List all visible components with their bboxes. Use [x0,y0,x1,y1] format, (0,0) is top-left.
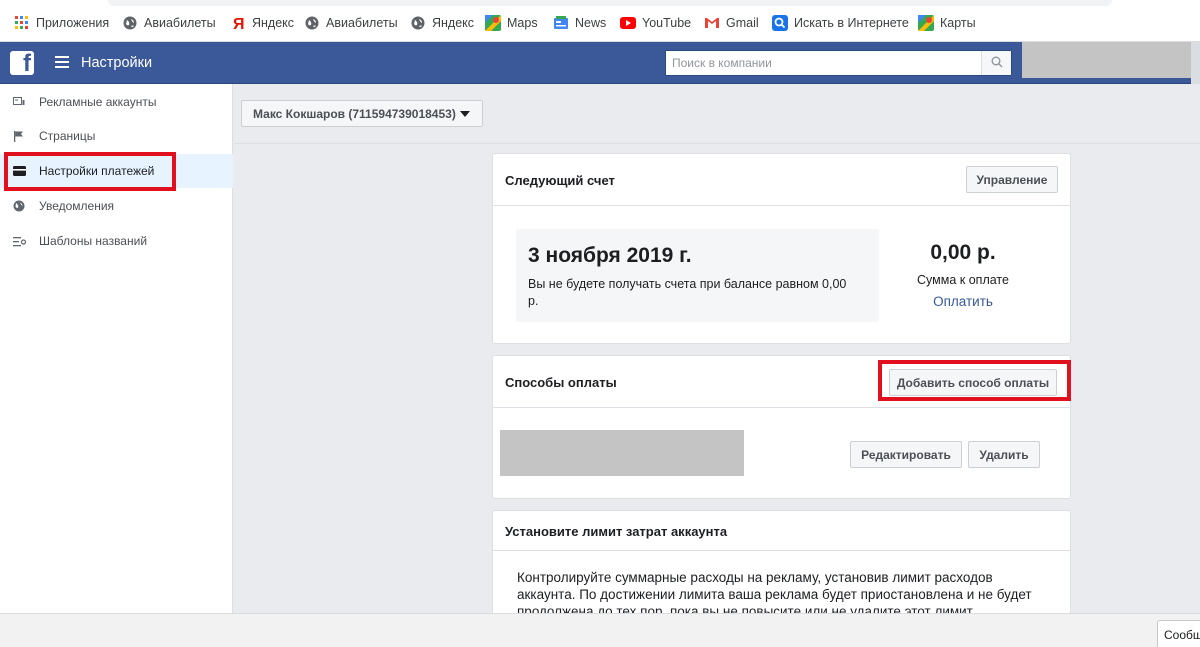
bookmark-apps[interactable]: Приложения [14,14,109,32]
next-invoice-card: Следующий счет Управление 3 ноября 2019 … [492,153,1071,344]
account-selector[interactable]: Макс Кокшаров (711594739018453) [241,100,483,127]
invoice-note: Вы не будете получать счета при балансе … [528,277,847,308]
page-title: Настройки [81,55,153,71]
sidebar-item-ad-accounts[interactable]: Рекламные аккаунты [0,85,233,119]
card-header: Следующий счет Управление [493,154,1070,206]
sidebar-item-label: Шаблоны названий [39,234,148,248]
search-icon [991,56,1003,71]
bookmark-label: Авиабилеты [144,16,216,30]
bookmark-label: Gmail [726,16,759,30]
chat-tab[interactable]: Сообщ [1157,620,1200,647]
maps-icon [918,15,934,31]
caret-down-icon [460,111,470,117]
amount-due-label: Сумма к оплате [917,273,1009,287]
bookmark-label: Яндекс [432,16,475,30]
manage-button[interactable]: Управление [966,166,1058,193]
globe-icon [410,15,426,31]
profile-placeholder[interactable] [1022,42,1191,78]
highlight-frame [4,152,176,191]
bookmark-news[interactable]: News [553,14,606,32]
globe-icon [304,15,320,31]
search-input[interactable] [666,51,982,75]
sidebar-item-pages[interactable]: Страницы [0,119,233,153]
gmail-icon [704,15,720,31]
sidebar-item-name-templates[interactable]: Шаблоны названий [0,224,233,258]
invoice-date: 3 ноября 2019 г. [528,244,692,267]
yandex-icon: Я [230,15,246,31]
divider [234,143,1200,144]
search-button[interactable] [981,51,1011,75]
edit-button[interactable]: Редактировать [850,441,962,468]
bookmark-label: Карты [940,16,976,30]
payment-methods-title: Способы оплаты [505,375,617,390]
invoice-date-box: 3 ноября 2019 г. Вы не будете получать с… [516,229,879,322]
bookmark-label: Maps [507,16,538,30]
card-header: Установите лимит затрат аккаунта [493,511,1070,551]
bookmark-label: YouTube [642,16,692,30]
bookmark-label: Приложения [36,16,110,30]
sidebar-item-label: Уведомления [39,199,115,213]
pay-link[interactable]: Оплатить [883,294,1043,309]
amount-due: 0,00 р. [930,241,996,264]
facebook-logo-icon[interactable]: f [10,51,34,76]
bottom-strip [0,613,1200,647]
account-selector-label: Макс Кокшаров (711594739018453) [253,106,456,121]
ad-accounts-icon [12,95,26,109]
bookmark-search-web[interactable]: Искать в Интернете [772,14,909,32]
scrollbar[interactable] [1191,42,1200,84]
bookmark-aviabilety-1[interactable]: Авиабилеты [122,14,216,32]
bookmark-yandex-1[interactable]: Я Яндекс [230,14,294,32]
maps-icon [485,15,501,31]
spend-limit-title: Установите лимит затрат аккаунта [505,524,728,539]
globe-icon [12,199,26,213]
bookmark-yandex-2[interactable]: Яндекс [410,14,474,32]
bookmark-gmail[interactable]: Gmail [704,14,759,32]
bookmark-karty[interactable]: Карты [918,14,976,32]
bookmark-label: Яндекс [252,16,295,30]
bookmark-label: Искать в Интернете [794,16,909,30]
spend-limit-card: Установите лимит затрат аккаунта Контрол… [492,510,1071,620]
globe-icon [122,15,138,31]
bookmark-label: Авиабилеты [326,16,398,30]
bookmarks-bar: Приложения Авиабилеты Я Яндекс Авиабилет… [0,0,1200,42]
list-settings-icon [12,234,26,248]
menu-icon[interactable] [55,56,69,68]
apps-grid-icon [14,15,30,31]
highlight-frame [878,360,1071,401]
bookmark-youtube[interactable]: YouTube [620,14,691,32]
delete-button[interactable]: Удалить [968,441,1040,468]
youtube-icon [620,15,636,31]
search-web-icon [772,15,788,31]
top-bar: f Настройки [0,42,1200,84]
sidebar-item-label: Страницы [39,129,96,143]
sidebar-item-label: Рекламные аккаунты [39,95,157,109]
svg-text:Я: Я [233,16,244,31]
tabstrip-edge [108,0,1112,6]
bookmark-aviabilety-2[interactable]: Авиабилеты [304,14,398,32]
news-icon [553,15,569,31]
bookmark-label: News [575,16,607,30]
next-invoice-title: Следующий счет [505,173,615,188]
bookmark-maps[interactable]: Maps [485,14,538,32]
payment-method-redacted [500,430,744,476]
flag-icon [12,129,26,143]
search-box [665,50,1012,76]
sidebar-item-notifications[interactable]: Уведомления [0,189,233,223]
